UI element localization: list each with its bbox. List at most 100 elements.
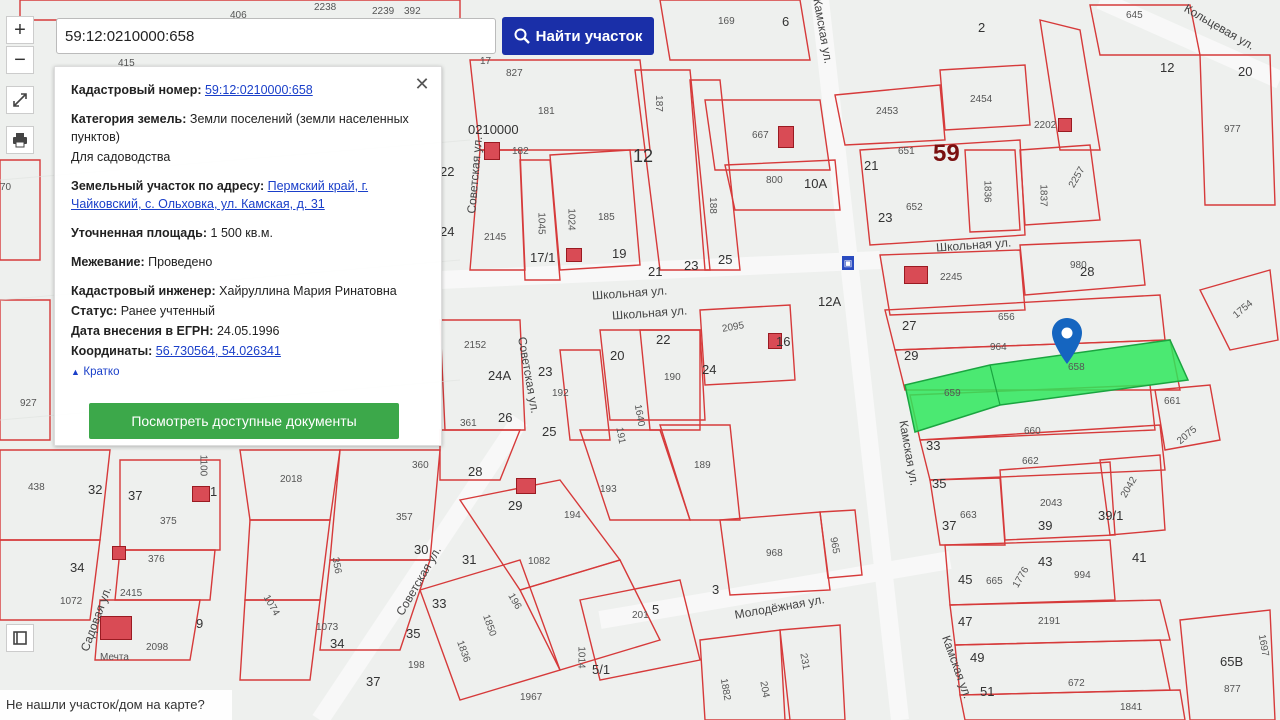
parcel-number: 20 <box>610 348 625 363</box>
brief-toggle[interactable]: ▲ Кратко <box>71 362 425 381</box>
parcel-number: 2245 <box>940 272 963 283</box>
parcel-number: 192 <box>552 388 569 399</box>
parcel-number: 28 <box>1080 264 1095 279</box>
parcel-number: 198 <box>408 660 425 671</box>
parcel-number: 25 <box>718 252 733 267</box>
parcel-number: 661 <box>1164 396 1181 407</box>
parcel-number: 1967 <box>520 692 543 703</box>
survey-value: Проведено <box>148 255 213 269</box>
parcel-number: 994 <box>1074 570 1091 581</box>
parcel-number: 12А <box>818 294 842 309</box>
parcel-number: 438 <box>28 482 45 493</box>
parcel-number: 24 <box>440 224 455 239</box>
parcel-number: 34 <box>330 636 345 651</box>
location-pin-icon[interactable] <box>1052 318 1082 364</box>
parcel-number: 968 <box>766 548 783 559</box>
parcel-number: 827 <box>506 68 523 79</box>
parcel-number: 24А <box>488 368 512 383</box>
parcel-number: 656 <box>998 312 1015 323</box>
parcel-number: 41 <box>1132 550 1147 565</box>
engineer-row: Кадастровый инженер: Хайруллина Мария Ри… <box>71 282 425 300</box>
parcel-number: 1836 <box>981 180 993 203</box>
parcel-number: 35 <box>932 476 947 491</box>
parcel-number: 2152 <box>464 340 487 351</box>
parcel-number: 37 <box>366 674 381 689</box>
search-button-label: Найти участок <box>535 27 643 45</box>
parcel-number: 185 <box>598 212 615 223</box>
parcel-number: 31 <box>462 552 477 567</box>
category-label: Категория земель: <box>71 112 187 126</box>
view-documents-button[interactable]: Посмотреть доступные документы <box>89 403 399 439</box>
coords-row: Координаты: 56.730564, 54.026341 <box>71 342 425 360</box>
parcel-number: 17/1 <box>530 250 556 265</box>
close-icon[interactable]: ✕ <box>413 75 431 93</box>
fullscreen-button[interactable] <box>6 86 34 114</box>
parcel-number: 24 <box>702 362 717 377</box>
parcel-number: 665 <box>986 576 1003 587</box>
bus-stop-icon[interactable]: ▣ <box>842 256 854 270</box>
address-label: Земельный участок по адресу: <box>71 179 265 193</box>
parcel-number: 2453 <box>876 106 899 117</box>
printer-icon <box>13 133 27 148</box>
parcel-number: 360 <box>412 460 429 471</box>
cadastral-link[interactable]: 59:12:0210000:658 <box>205 83 313 97</box>
survey-label: Межевание: <box>71 255 145 269</box>
zoom-out-button[interactable]: − <box>6 46 34 74</box>
parcel-number: 193 <box>600 484 617 495</box>
parcel-number: 375 <box>160 516 177 527</box>
area-row: Уточненная площадь: 1 500 кв.м. <box>71 224 425 242</box>
building <box>1058 118 1072 132</box>
parcel-info-panel: ✕ Кадастровый номер: 59:12:0210000:658 К… <box>54 66 442 446</box>
print-button[interactable] <box>6 126 34 154</box>
parcel-number: 0210000 <box>468 122 519 137</box>
parcel-number: 45 <box>958 572 973 587</box>
date-value: 24.05.1996 <box>216 324 280 338</box>
building <box>112 546 126 560</box>
coords-link[interactable]: 56.730564, 54.026341 <box>156 344 281 358</box>
parcel-number: 201 <box>632 610 649 621</box>
coords-label: Координаты: <box>71 344 153 358</box>
parcel-number: 21 <box>648 264 663 279</box>
parcel-number: 33 <box>432 596 447 611</box>
parcel-number: 17 <box>480 56 492 67</box>
not-found-link[interactable]: Не нашли участок/дом на карте? <box>0 690 232 720</box>
brief-link[interactable]: Кратко <box>83 366 119 378</box>
parcel-number: 1841 <box>1120 702 1143 713</box>
zoom-in-button[interactable]: + <box>6 16 34 44</box>
parcel-number: 39 <box>1038 518 1053 533</box>
parcel-number: 2202 <box>1034 120 1057 131</box>
search-button[interactable]: Найти участок <box>502 17 654 55</box>
parcel-number: 877 <box>1224 684 1241 695</box>
parcel-number: 19 <box>612 246 627 261</box>
parcel-number: 25 <box>542 424 557 439</box>
area-label: Уточненная площадь: <box>71 226 208 240</box>
parcel-number: 2043 <box>1040 498 1063 509</box>
survey-row: Межевание: Проведено <box>71 253 425 271</box>
layers-button[interactable] <box>6 624 34 652</box>
parcel-number: 2098 <box>146 642 169 653</box>
parcel-number: 1837 <box>1037 184 1049 207</box>
parcel-number: 29 <box>904 348 919 363</box>
parcel-number: 23 <box>878 210 893 225</box>
date-label: Дата внесения в ЕГРН: <box>71 324 214 338</box>
parcel-number: 977 <box>1224 124 1241 135</box>
parcel-number: 49 <box>970 650 985 665</box>
parcel-number: 5/1 <box>592 662 611 677</box>
book-icon <box>13 631 27 645</box>
parcel-number: 22 <box>440 164 455 179</box>
parcel-number: Мечта <box>100 652 129 663</box>
parcel-number: 22 <box>656 332 671 347</box>
parcel-number: 182 <box>512 146 529 157</box>
search-icon <box>514 28 530 44</box>
search-input[interactable] <box>56 18 496 54</box>
parcel-number: 800 <box>766 175 783 186</box>
parcel-number: 37 <box>128 488 143 503</box>
status-row: Статус: Ранее учтенный <box>71 302 425 320</box>
parcel-number: 194 <box>564 510 581 521</box>
parcel-number: 181 <box>538 106 555 117</box>
parcel-number: 2238 <box>314 2 337 13</box>
expand-icon <box>13 93 27 107</box>
parcel-number: 16 <box>776 334 791 349</box>
parcel-number: 188 <box>706 197 718 214</box>
parcel-number: 2018 <box>280 474 303 485</box>
